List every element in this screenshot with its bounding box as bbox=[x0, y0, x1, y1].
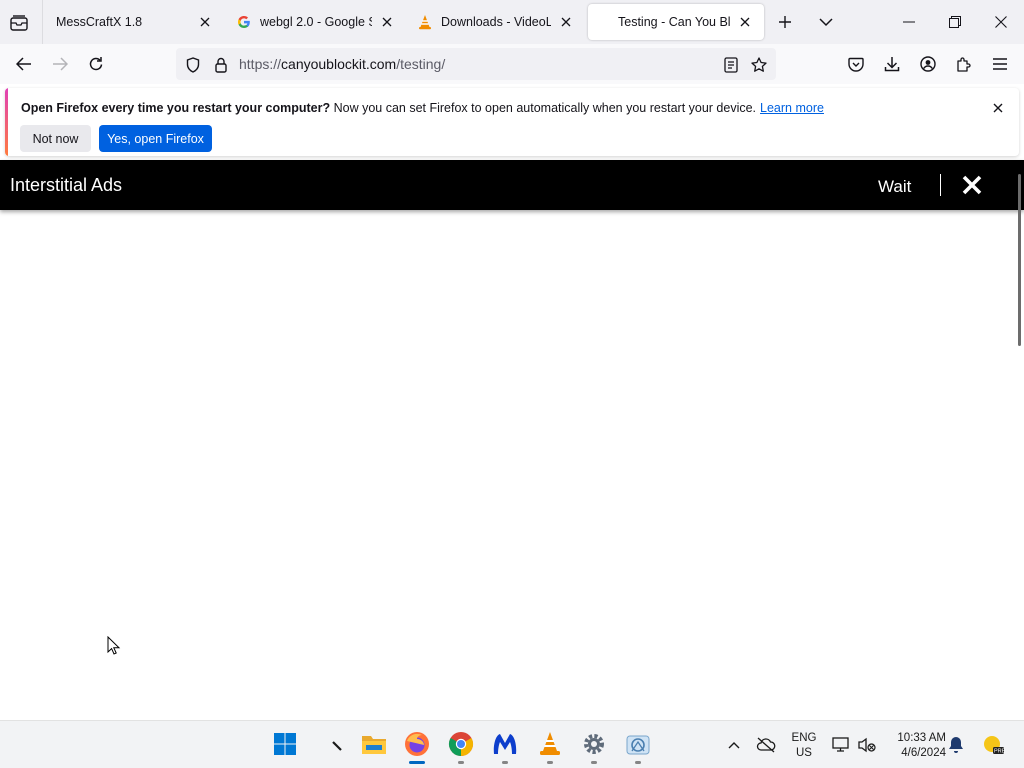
mouse-cursor-icon bbox=[107, 636, 121, 655]
page-content: Interstitial Ads Wait bbox=[0, 160, 1024, 720]
new-tab-plus-icon[interactable] bbox=[774, 11, 796, 33]
menu-hamburger-icon[interactable] bbox=[988, 52, 1012, 76]
chrome-running-indicator bbox=[458, 761, 464, 764]
not-now-button[interactable]: Not now bbox=[20, 125, 91, 152]
tab-strip: MessCraftX 1.8 webgl 2.0 - Google Search… bbox=[0, 0, 1024, 44]
url-scheme: https:// bbox=[239, 56, 282, 72]
wait-label: Wait bbox=[878, 177, 912, 196]
tab-title: Testing - Can You Block It bbox=[618, 15, 730, 29]
open-firefox-button[interactable]: Yes, open Firefox bbox=[99, 125, 212, 152]
window-close-icon[interactable] bbox=[978, 0, 1024, 44]
search-pen-icon[interactable] bbox=[322, 729, 352, 759]
photos-app-icon[interactable] bbox=[623, 729, 653, 759]
show-hidden-icons-chevron-icon[interactable] bbox=[724, 735, 744, 755]
tab-title: webgl 2.0 - Google Search bbox=[260, 15, 372, 29]
google-icon bbox=[236, 14, 252, 30]
reload-icon[interactable] bbox=[84, 52, 108, 76]
vlc-icon bbox=[417, 14, 433, 30]
bookmark-star-icon[interactable] bbox=[750, 56, 768, 74]
url-text[interactable]: https://canyoublockit.com/testing/ bbox=[239, 56, 445, 72]
tabstrip-divider bbox=[42, 0, 43, 44]
clock-date: 4/6/2024 bbox=[901, 747, 946, 759]
windows-start-icon[interactable] bbox=[270, 729, 300, 759]
learn-more-link[interactable]: Learn more bbox=[760, 101, 824, 115]
pocket-icon[interactable] bbox=[844, 52, 868, 76]
restore-icon[interactable] bbox=[932, 0, 978, 44]
ad-close-icon[interactable] bbox=[961, 174, 983, 196]
clock-time: 10:33 AM bbox=[897, 732, 946, 744]
region-code: US bbox=[796, 747, 812, 759]
firefox-view-icon[interactable] bbox=[8, 12, 30, 34]
settings-gear-icon[interactable] bbox=[579, 729, 609, 759]
minimize-icon[interactable] bbox=[886, 0, 932, 44]
tab-videolan-downloads[interactable]: Downloads - VideoLAN bbox=[407, 4, 585, 40]
downloads-icon[interactable] bbox=[880, 52, 904, 76]
vlc-taskbar-icon[interactable] bbox=[535, 729, 565, 759]
chrome-icon[interactable] bbox=[446, 729, 476, 759]
vlc-running-indicator bbox=[547, 761, 553, 764]
windows-taskbar: ENG US 10:33 AM 4/6/2024 PRE bbox=[0, 720, 1024, 768]
system-clock[interactable]: 10:33 AM 4/6/2024 bbox=[884, 731, 946, 761]
notification-bell-icon[interactable] bbox=[946, 735, 966, 755]
settings-running-indicator bbox=[591, 761, 597, 764]
notification-text: Now you can set Firefox to open automati… bbox=[330, 101, 757, 115]
firefox-icon[interactable] bbox=[402, 729, 432, 759]
address-bar[interactable]: https://canyoublockit.com/testing/ bbox=[176, 48, 776, 80]
tab-testing-active[interactable]: Testing - Can You Block It bbox=[588, 4, 764, 40]
tab-messcraftx[interactable]: MessCraftX 1.8 bbox=[46, 4, 224, 40]
volume-muted-icon[interactable] bbox=[857, 735, 877, 755]
tab-title: Downloads - VideoLAN bbox=[441, 15, 551, 29]
tab-close-icon[interactable] bbox=[196, 13, 214, 31]
onedrive-offline-icon[interactable] bbox=[756, 735, 776, 755]
forward-arrow-icon[interactable] bbox=[48, 52, 72, 76]
notification-title: Open Firefox every time you restart your… bbox=[21, 101, 331, 115]
network-monitor-icon[interactable] bbox=[831, 735, 851, 755]
notification-close-icon[interactable] bbox=[989, 99, 1007, 117]
url-host: canyoublockit.com bbox=[281, 56, 397, 72]
svg-text:PRE: PRE bbox=[994, 749, 1005, 755]
firefox-active-indicator bbox=[409, 761, 425, 764]
extensions-puzzle-icon[interactable] bbox=[952, 52, 976, 76]
photos-running-indicator bbox=[635, 761, 641, 764]
tab-webgl-search[interactable]: webgl 2.0 - Google Search bbox=[226, 4, 406, 40]
page-title: Interstitial Ads bbox=[10, 175, 123, 195]
page-scrollbar[interactable] bbox=[1018, 174, 1021, 346]
tab-close-icon[interactable] bbox=[736, 13, 754, 31]
malwarebytes-icon[interactable] bbox=[490, 729, 520, 759]
language-code: ENG bbox=[791, 732, 817, 744]
reader-view-icon[interactable] bbox=[722, 56, 740, 74]
tab-title: MessCraftX 1.8 bbox=[56, 15, 143, 29]
list-all-tabs-chevron-icon[interactable] bbox=[815, 11, 837, 33]
padlock-icon[interactable] bbox=[212, 56, 230, 74]
file-explorer-icon[interactable] bbox=[359, 729, 389, 759]
input-language-indicator[interactable]: ENG US bbox=[787, 731, 821, 761]
url-path: /testing/ bbox=[396, 56, 446, 72]
default-browser-notification: Open Firefox every time you restart your… bbox=[5, 88, 1019, 156]
malwarebytes-running-indicator bbox=[502, 761, 508, 764]
tab-close-icon[interactable] bbox=[378, 13, 396, 31]
tracking-protection-shield-icon[interactable] bbox=[184, 56, 202, 74]
notification-message: Open Firefox every time you restart your… bbox=[21, 101, 824, 115]
copilot-pre-icon[interactable]: PRE bbox=[980, 735, 1006, 755]
interstitial-ad-header: Interstitial Ads Wait bbox=[0, 160, 1024, 210]
navigation-toolbar: https://canyoublockit.com/testing/ bbox=[0, 44, 1024, 84]
tab-close-icon[interactable] bbox=[557, 13, 575, 31]
account-icon[interactable] bbox=[916, 52, 940, 76]
back-arrow-icon[interactable] bbox=[12, 52, 36, 76]
header-divider bbox=[940, 174, 941, 196]
notification-accent-bar bbox=[5, 88, 8, 156]
